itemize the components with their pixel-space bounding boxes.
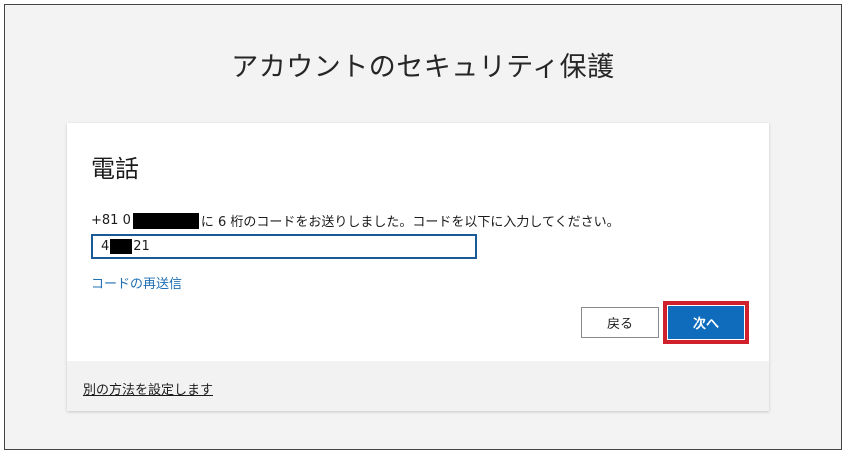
- back-button[interactable]: 戻る: [581, 307, 659, 338]
- card-body: 電話 +81 0 に 6 桁のコードをお送りしました。コードを以下に入力してくだ…: [67, 123, 769, 361]
- screenshot-frame: アカウントのセキュリティ保護 電話 +81 0 に 6 桁のコードをお送りしまし…: [4, 4, 842, 450]
- code-value-suffix: 21: [133, 239, 150, 254]
- instruction-phone-prefix: +81 0: [91, 213, 131, 228]
- code-value-prefix: 4: [101, 239, 110, 254]
- set-up-different-method-link[interactable]: 別の方法を設定します: [83, 379, 213, 398]
- resend-code-link[interactable]: コードの再送信: [91, 273, 182, 292]
- card-footer: 別の方法を設定します: [67, 361, 769, 411]
- page-title: アカウントのセキュリティ保護: [231, 52, 615, 83]
- verification-code-input[interactable]: 4 21: [91, 234, 477, 259]
- redacted-phone-number: [132, 212, 199, 229]
- card-heading: 電話: [91, 155, 139, 183]
- instruction-message: に 6 桁のコードをお送りしました。コードを以下に入力してください。: [200, 215, 620, 230]
- verification-card: 電話 +81 0 に 6 桁のコードをお送りしました。コードを以下に入力してくだ…: [67, 123, 769, 411]
- instruction-text: +81 0 に 6 桁のコードをお送りしました。コードを以下に入力してください。: [91, 211, 620, 230]
- redacted-code-digits: [110, 239, 133, 254]
- next-button[interactable]: 次へ: [668, 306, 744, 339]
